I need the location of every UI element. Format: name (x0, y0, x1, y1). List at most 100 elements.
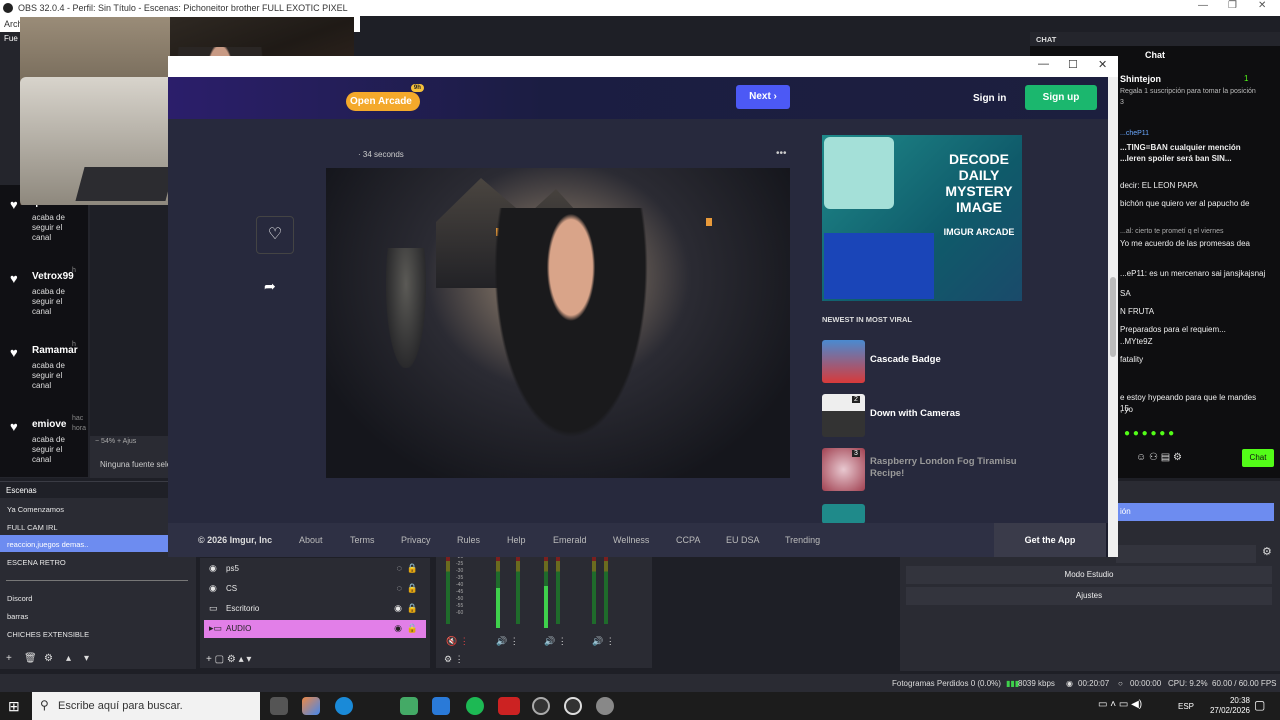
trash-icon[interactable]: 🗑 (24, 653, 37, 664)
taskbar-search[interactable]: ⚲ Escribe aquí para buscar. (32, 692, 260, 720)
maximize-icon[interactable]: ❐ (1228, 0, 1237, 11)
speaker-icon[interactable]: 🔊 ⋮ (592, 636, 615, 647)
lock-icon[interactable]: 🔒 (407, 603, 418, 614)
taskbar-clock[interactable]: 20:38 27/02/2026 (1210, 696, 1250, 716)
lock-icon[interactable]: 🔒 (407, 623, 418, 634)
source-item[interactable]: ◉ CS ◌ 🔒 (204, 580, 426, 598)
windows-start-icon[interactable]: ⊞ (8, 698, 20, 715)
footer-link[interactable]: Emerald (553, 535, 587, 545)
search-placeholder: Escribe aquí para buscar. (58, 700, 183, 712)
task-view-icon[interactable] (270, 697, 288, 715)
viral-item[interactable]: Cascade Badge (822, 340, 1022, 384)
no-source-label: Ninguna fuente selec (100, 460, 176, 469)
studio-mode-button[interactable]: Modo Estudio (906, 566, 1272, 584)
speaker-icon[interactable]: 🔊 ⋮ (544, 636, 567, 647)
add-icon[interactable]: + (6, 653, 12, 664)
copilot-icon[interactable] (302, 697, 320, 715)
viral-item[interactable] (822, 504, 1022, 524)
maximize-icon[interactable]: ☐ (1068, 58, 1078, 71)
eye-icon[interactable]: ◉ (394, 603, 402, 614)
scene-item-selected[interactable]: reaccion,juegos demas.. (0, 535, 168, 552)
footer-link[interactable]: Terms (350, 535, 375, 545)
alert-user: emiove (32, 419, 67, 430)
spotify-icon[interactable] (466, 697, 484, 715)
down-icon[interactable]: ▾ (84, 653, 89, 664)
scene-item[interactable]: Discord (0, 589, 168, 606)
filter-icon[interactable]: ⚙ (44, 653, 53, 664)
footer-link[interactable]: CCPA (676, 535, 700, 545)
tray-icons[interactable]: ▭ ˄ ▭ ◀) (1098, 699, 1142, 710)
eye-icon[interactable]: ◉ (394, 623, 402, 634)
language-indicator[interactable]: ESP (1178, 702, 1194, 711)
speaker-icon[interactable]: 🔊 ⋮ (496, 636, 519, 647)
sign-in-link[interactable]: Sign in (973, 93, 1006, 104)
source-item[interactable]: ◉ ps5 ◌ 🔒 (204, 560, 426, 578)
edge-icon[interactable] (335, 697, 353, 715)
mixer-settings-icon[interactable]: ⚙ ⋮ (444, 654, 464, 665)
next-label: Next (749, 91, 771, 102)
settings-gear-icon[interactable]: ⚙ (1262, 545, 1272, 558)
share-icon[interactable]: ➦ (264, 278, 276, 295)
notification-icon[interactable]: ▢ (1254, 698, 1265, 712)
sources-dock: ◉ ps5 ◌ 🔒 ◉ CS ◌ 🔒 ▭ Escritorio ◉ 🔒 ▸▭ AUDIO ◉ 🔒 + ▢… (200, 558, 430, 668)
footer-link[interactable]: About (299, 535, 323, 545)
source-item[interactable]: ▭ Escritorio ◉ 🔒 (204, 600, 426, 618)
footer-link[interactable]: Privacy (401, 535, 431, 545)
footer-link[interactable]: Wellness (613, 535, 649, 545)
pin-user: ...cheP11 (1120, 130, 1150, 137)
zoom-control[interactable]: − 54% + Ajus (95, 438, 136, 445)
scene-item[interactable]: FULL CAM IRL (0, 518, 168, 535)
heart-icon[interactable]: ♡ (256, 216, 294, 254)
app-icon[interactable] (498, 697, 520, 715)
obs-logo-icon (3, 3, 13, 13)
emote-row[interactable]: ● ● ● ● ● ● (1124, 428, 1174, 439)
up-icon[interactable]: ▴ (66, 653, 71, 664)
chat-message: decir: EL LEON PAPA (1120, 181, 1198, 190)
chat-tools-icon[interactable]: ☺ ⚇ ▤ ⚙ (1136, 452, 1182, 463)
lock-icon[interactable]: 🔒 (407, 583, 418, 594)
eye-hidden-icon[interactable]: ◌ (397, 563, 402, 573)
add-source-icon[interactable]: + ▢ ⚙ ▴ ▾ (206, 654, 251, 665)
open-arcade-button[interactable]: Open Arcade 9h (346, 84, 424, 111)
footer-link[interactable]: Trending (785, 535, 820, 545)
scene-item[interactable]: Ya Comenzamos (0, 500, 168, 517)
settings-button[interactable]: Ajustes (906, 587, 1272, 605)
viral-item[interactable]: 2 Down with Cameras (822, 394, 1022, 438)
mixer-track: -20 -25 -30 -35 -40 -45 -50 -55 -60 🔇 ⋮ (446, 554, 482, 646)
footer-link[interactable]: Help (507, 535, 526, 545)
viral-item[interactable]: 3 Raspberry London Fog Tiramisu Recipe! (822, 448, 1022, 492)
scene-item[interactable]: ESCENA RETRO (0, 553, 168, 570)
get-app-button[interactable]: Get the App (994, 523, 1106, 557)
next-button[interactable]: Next › (736, 85, 790, 109)
source-item-selected[interactable]: ▸▭ AUDIO ◉ 🔒 (204, 620, 426, 638)
pin-text: ...TING=BAN cualquier mención ...leren s… (1120, 143, 1241, 163)
close-icon[interactable]: ✕ (1258, 0, 1266, 11)
scene-item[interactable]: barras (0, 607, 168, 624)
copyright: © 2026 Imgur, Inc (198, 535, 273, 545)
footer-link[interactable]: EU DSA (726, 535, 760, 545)
scene-item[interactable]: CHICHES EXTENSIBLE (0, 625, 168, 642)
viral-title: Down with Cameras (870, 408, 961, 419)
chat-send-button[interactable]: Chat (1242, 449, 1274, 467)
scrollbar[interactable] (1108, 77, 1118, 557)
arcade-ad[interactable]: DECODE DAILY MYSTERY IMAGE IMGUR ARCADE (822, 135, 1022, 301)
control-blank[interactable] (1116, 545, 1256, 563)
control-highlight[interactable]: ión (1116, 503, 1274, 521)
volume-meter (592, 554, 596, 624)
close-icon[interactable]: ✕ (1098, 58, 1107, 71)
lock-icon[interactable]: 🔒 (407, 563, 418, 574)
alert-ago: h (72, 341, 76, 348)
sign-up-button[interactable]: Sign up (1025, 85, 1097, 110)
mute-icon[interactable]: 🔇 ⋮ (446, 636, 469, 647)
app-icon[interactable] (596, 697, 614, 715)
footer-link[interactable]: Rules (457, 535, 480, 545)
minimize-icon[interactable]: — (1038, 58, 1049, 70)
obs-taskbar-icon[interactable] (532, 697, 550, 715)
store-icon[interactable] (400, 697, 418, 715)
eye-hidden-icon[interactable]: ◌ (397, 583, 402, 593)
app-icon[interactable] (564, 697, 582, 715)
minimize-icon[interactable]: — (1198, 0, 1208, 11)
heart-icon: ♥ (10, 271, 18, 286)
mail-icon[interactable] (432, 697, 450, 715)
more-options-icon[interactable]: ••• (776, 148, 787, 159)
